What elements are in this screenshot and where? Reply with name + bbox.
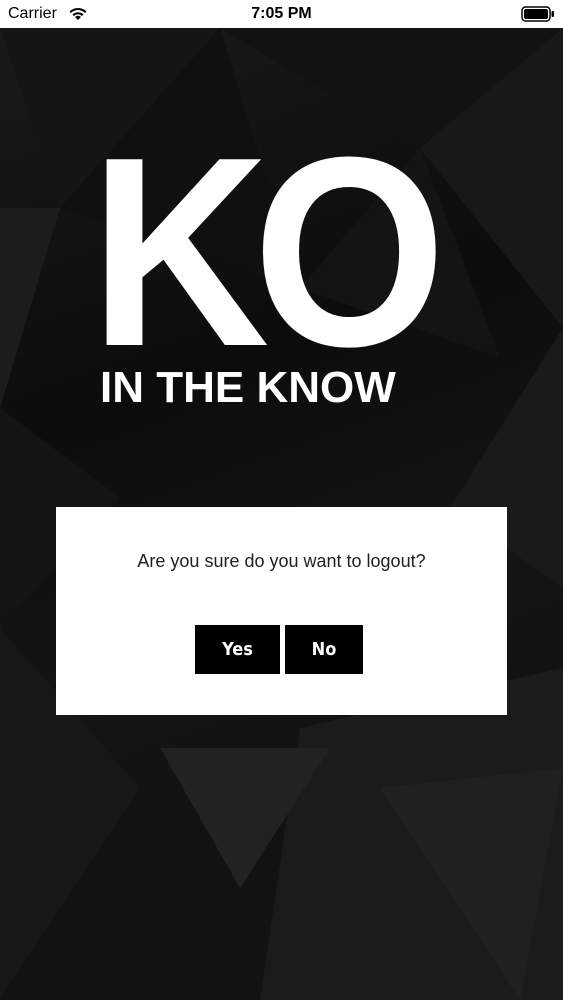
status-time: 7:05 PM (251, 5, 312, 22)
status-bar: Carrier 7:05 PM (0, 0, 563, 28)
logo-ko: KO (90, 102, 446, 403)
dialog-message: Are you sure do you want to logout? (137, 551, 426, 571)
no-button[interactable]: No (285, 625, 363, 674)
logout-dialog: Are you sure do you want to logout? Yes … (56, 507, 507, 715)
yes-button[interactable]: Yes (195, 625, 280, 674)
logo-tagline: IN THE KNOW (100, 363, 396, 412)
battery-icon (521, 6, 555, 22)
